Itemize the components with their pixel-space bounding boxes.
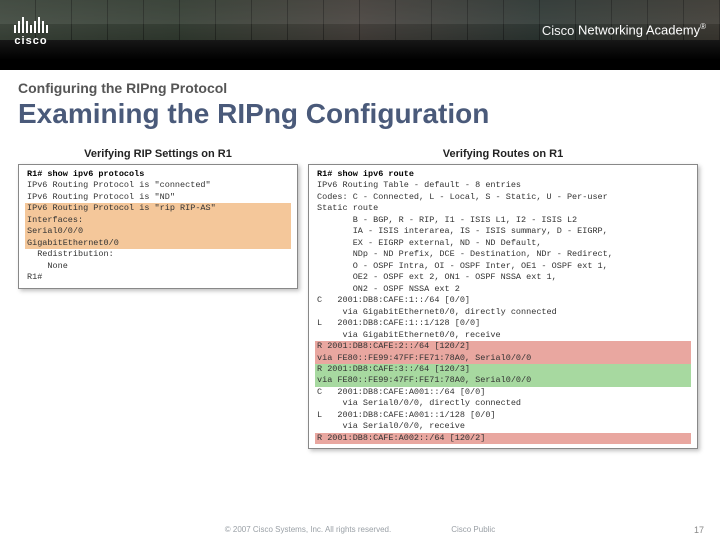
terminal-line: R1# show ipv6 route	[315, 169, 691, 180]
terminal-line: L 2001:DB8:CAFE:1::1/128 [0/0]	[315, 318, 691, 329]
terminal-line: Serial0/0/0	[25, 226, 291, 237]
header-divider	[0, 60, 720, 70]
terminal-line: L 2001:DB8:CAFE:A001::1/128 [0/0]	[315, 410, 691, 421]
left-terminal-panel: R1# show ipv6 protocolsIPv6 Routing Prot…	[18, 164, 298, 289]
terminal-line: OE2 - OSPF ext 2, ON1 - OSPF NSSA ext 1,	[315, 272, 691, 283]
terminal-line: R 2001:DB8:CAFE:A002::/64 [120/2]	[315, 433, 691, 444]
left-panel-caption: Verifying RIP Settings on R1	[18, 148, 298, 160]
terminal-line: via FE80::FE99:47FF:FE71:78A0, Serial0/0…	[315, 353, 691, 364]
terminal-line: O - OSPF Intra, OI - OSPF Inter, OE1 - O…	[315, 261, 691, 272]
cisco-logo-text: cisco	[14, 35, 47, 47]
terminal-line: R 2001:DB8:CAFE:3::/64 [120/3]	[315, 364, 691, 375]
terminal-line: Codes: C - Connected, L - Local, S - Sta…	[315, 192, 691, 203]
terminal-line: R1# show ipv6 protocols	[25, 169, 291, 180]
right-panel-wrap: Verifying Routes on R1 R1# show ipv6 rou…	[308, 148, 698, 449]
right-panel-caption: Verifying Routes on R1	[308, 148, 698, 160]
terminal-line: via GigabitEthernet0/0, receive	[315, 330, 691, 341]
terminal-line: IPv6 Routing Protocol is "ND"	[25, 192, 291, 203]
terminal-line: via FE80::FE99:47FF:FE71:78A0, Serial0/0…	[315, 375, 691, 386]
footer-classification: Cisco Public	[451, 525, 495, 534]
content-panels: Verifying RIP Settings on R1 R1# show ip…	[18, 148, 702, 449]
terminal-line: EX - EIGRP external, ND - ND Default,	[315, 238, 691, 249]
right-terminal-panel: R1# show ipv6 routeIPv6 Routing Table - …	[308, 164, 698, 449]
terminal-line: GigabitEthernet0/0	[25, 238, 291, 249]
terminal-line: R 2001:DB8:CAFE:2::/64 [120/2]	[315, 341, 691, 352]
terminal-line: via Serial0/0/0, receive	[315, 421, 691, 432]
footer-page-number: 17	[694, 525, 704, 535]
slide-header: cisco Cisco Networking Academy®	[0, 0, 720, 60]
terminal-line: Interfaces:	[25, 215, 291, 226]
terminal-line: IA - ISIS interarea, IS - ISIS summary, …	[315, 226, 691, 237]
terminal-line: R1#	[25, 272, 291, 283]
terminal-line: Static route	[315, 203, 691, 214]
terminal-line: C 2001:DB8:CAFE:1::/64 [0/0]	[315, 295, 691, 306]
footer-copyright: © 2007 Cisco Systems, Inc. All rights re…	[225, 525, 391, 534]
cisco-logo: cisco	[14, 13, 48, 47]
terminal-line: IPv6 Routing Protocol is "connected"	[25, 180, 291, 191]
slide-footer: © 2007 Cisco Systems, Inc. All rights re…	[0, 525, 720, 534]
terminal-line: via GigabitEthernet0/0, directly connect…	[315, 307, 691, 318]
slide-title: Examining the RIPng Configuration	[18, 98, 720, 130]
terminal-line: None	[25, 261, 291, 272]
terminal-line: IPv6 Routing Protocol is "rip RIP-AS"	[25, 203, 291, 214]
academy-label: Cisco Networking Academy®	[542, 22, 706, 37]
terminal-line: ON2 - OSPF NSSA ext 2	[315, 284, 691, 295]
terminal-line: C 2001:DB8:CAFE:A001::/64 [0/0]	[315, 387, 691, 398]
terminal-line: Redistribution:	[25, 249, 291, 260]
cisco-logo-bars	[14, 13, 48, 33]
terminal-line: B - BGP, R - RIP, I1 - ISIS L1, I2 - ISI…	[315, 215, 691, 226]
terminal-line: IPv6 Routing Table - default - 8 entries	[315, 180, 691, 191]
terminal-line: via Serial0/0/0, directly connected	[315, 398, 691, 409]
left-panel-wrap: Verifying RIP Settings on R1 R1# show ip…	[18, 148, 298, 289]
terminal-line: NDp - ND Prefix, DCE - Destination, NDr …	[315, 249, 691, 260]
slide-subtitle: Configuring the RIPng Protocol	[18, 80, 720, 96]
